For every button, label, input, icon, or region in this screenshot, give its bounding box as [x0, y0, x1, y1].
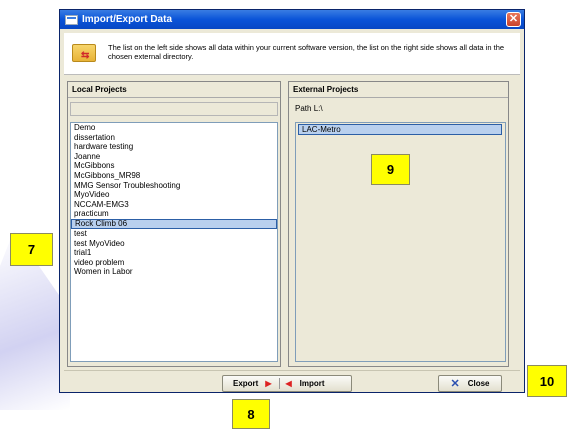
local-project-item[interactable]: Rock Climb 06 [71, 218, 277, 229]
callout-8: 8 [232, 399, 270, 429]
arrow-left-icon[interactable]: ◀ [286, 379, 292, 388]
button-bar: Export ▶ ◀ Import ✕ Close [64, 370, 520, 392]
window-icon [65, 14, 78, 25]
path-row: Path L:\ [295, 104, 323, 113]
local-project-item[interactable]: McGibbons [71, 161, 277, 171]
local-project-item[interactable]: Demo [71, 123, 277, 133]
window-title: Import/Export Data [82, 14, 173, 25]
local-projects-list[interactable]: Demo dissertation hardware testing Joanne Mc… [70, 122, 278, 362]
info-text: The list on the left side shows all data… [108, 43, 505, 61]
export-import-button-group: Export ▶ ◀ Import [222, 375, 352, 392]
close-button-label: Close [467, 379, 490, 388]
import-export-dialog: Import/Export Data ✕ ⇆ The list on the l… [59, 9, 525, 393]
title-bar[interactable]: Import/Export Data ✕ [60, 10, 524, 29]
local-project-item[interactable]: Women in Labor [71, 267, 277, 277]
local-path-field [70, 102, 278, 116]
export-button[interactable]: Export [233, 379, 258, 388]
local-project-item[interactable]: hardware testing [71, 142, 277, 152]
separator [278, 378, 280, 389]
external-projects-panel: External Projects Path L:\ LAC-Metro [288, 81, 509, 367]
path-label: Path [295, 104, 312, 113]
local-project-item[interactable]: McGibbons_MR98 [71, 171, 277, 181]
arrow-right-icon[interactable]: ▶ [265, 379, 271, 388]
local-projects-header: Local Projects [68, 82, 280, 98]
import-button[interactable]: Import [300, 379, 325, 388]
local-project-item[interactable]: MMG Sensor Troubleshooting [71, 181, 277, 191]
close-window-button[interactable]: ✕ [506, 12, 521, 27]
info-banner: ⇆ The list on the left side shows all da… [64, 33, 520, 75]
local-project-item[interactable]: dissertation [71, 133, 277, 143]
callout-9: 9 [371, 154, 410, 185]
local-project-item[interactable]: video problem [71, 258, 277, 268]
external-project-item[interactable]: LAC-Metro [298, 124, 502, 135]
external-projects-header: External Projects [289, 82, 508, 98]
local-project-item[interactable]: Joanne [71, 152, 277, 162]
local-project-item[interactable]: test [71, 229, 277, 239]
local-projects-panel: Local Projects Demo dissertation hardware … [67, 81, 281, 367]
local-project-item[interactable]: test MyoVideo [71, 239, 277, 249]
callout-10: 10 [527, 365, 567, 397]
path-value: L:\ [313, 104, 323, 113]
local-project-item[interactable]: NCCAM-EMG3 [71, 200, 277, 210]
folder-transfer-icon: ⇆ [72, 41, 98, 63]
local-project-item[interactable]: MyoVideo [71, 190, 277, 200]
local-project-item[interactable]: practicum [71, 209, 277, 219]
close-button[interactable]: ✕ Close [438, 375, 502, 392]
local-project-item[interactable]: trial1 [71, 248, 277, 258]
close-x-icon: ✕ [450, 378, 460, 390]
callout-7: 7 [10, 233, 53, 266]
